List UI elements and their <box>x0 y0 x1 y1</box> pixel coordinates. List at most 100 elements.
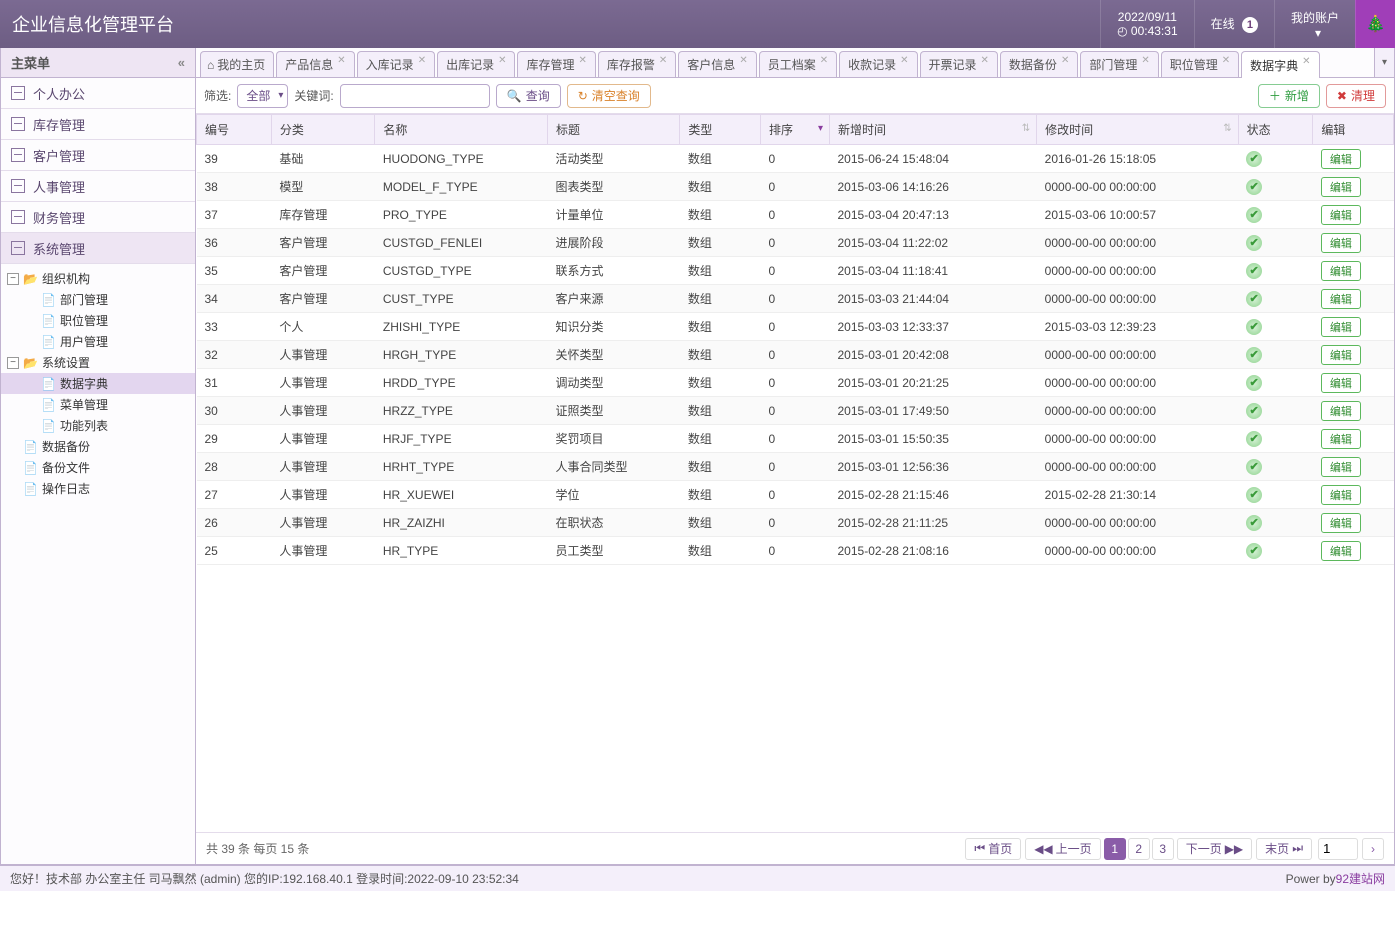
add-button[interactable]: ＋ 新增 <box>1258 84 1320 108</box>
table-row[interactable]: 30人事管理HRZZ_TYPE证照类型数组02015-03-01 17:49:5… <box>197 397 1394 425</box>
edit-button[interactable]: 编辑 <box>1321 177 1361 197</box>
grid-col-header[interactable]: 状态 <box>1238 115 1313 145</box>
tab[interactable]: 数据字典✕ <box>1241 51 1319 78</box>
table-row[interactable]: 38模型MODEL_F_TYPE图表类型数组02015-03-06 14:16:… <box>197 173 1394 201</box>
grid-col-header[interactable]: 排序▾ <box>760 115 829 145</box>
table-row[interactable]: 35客户管理CUSTGD_TYPE联系方式数组02015-03-04 11:18… <box>197 257 1394 285</box>
pager-last[interactable]: 末页⏭ <box>1256 838 1312 860</box>
tab[interactable]: 库存管理✕ <box>517 51 595 77</box>
table-row[interactable]: 39基础HUODONG_TYPE活动类型数组02015-06-24 15:48:… <box>197 145 1394 173</box>
tab[interactable]: 职位管理✕ <box>1161 51 1239 77</box>
tab-close-icon[interactable]: ✕ <box>981 55 989 66</box>
table-row[interactable]: 36客户管理CUSTGD_FENLEI进展阶段数组02015-03-04 11:… <box>197 229 1394 257</box>
tree-item[interactable]: 📄功能列表 <box>1 415 195 436</box>
tree-item[interactable]: 📄用户管理 <box>1 331 195 352</box>
pager-next[interactable]: 下一页▶▶ <box>1177 838 1252 860</box>
pager-first[interactable]: ⏮首页 <box>965 838 1021 860</box>
edit-button[interactable]: 编辑 <box>1321 317 1361 337</box>
grid-col-header[interactable]: 编辑 <box>1313 115 1394 145</box>
edit-button[interactable]: 编辑 <box>1321 149 1361 169</box>
edit-button[interactable]: 编辑 <box>1321 485 1361 505</box>
header-online[interactable]: 在线 1 <box>1194 0 1274 48</box>
pager-page[interactable]: 2 <box>1128 838 1150 860</box>
edit-button[interactable]: 编辑 <box>1321 429 1361 449</box>
tab-close-icon[interactable]: ✕ <box>498 55 506 66</box>
footer-link[interactable]: 92建站网 <box>1336 870 1385 887</box>
keyword-input[interactable] <box>340 84 490 108</box>
filter-select[interactable]: 全部 ▾ <box>237 84 288 108</box>
tab[interactable]: 产品信息✕ <box>276 51 354 77</box>
grid-col-header[interactable]: 编号 <box>197 115 272 145</box>
tab[interactable]: 收款记录✕ <box>839 51 917 77</box>
grid-wrap[interactable]: 编号分类名称标题类型排序▾新增时间⇅修改时间⇅状态编辑 39基础HUODONG_… <box>196 114 1394 832</box>
search-button[interactable]: 🔍 查询 <box>496 84 561 108</box>
tree-item[interactable]: 📄部门管理 <box>1 289 195 310</box>
pager-page[interactable]: 3 <box>1152 838 1174 860</box>
sidebar-nav-item[interactable]: 人事管理 <box>1 171 195 202</box>
tree-toggle-icon[interactable]: − <box>7 273 19 285</box>
edit-button[interactable]: 编辑 <box>1321 205 1361 225</box>
tree-item[interactable]: 📄数据字典 <box>1 373 195 394</box>
edit-button[interactable]: 编辑 <box>1321 513 1361 533</box>
tab-close-icon[interactable]: ✕ <box>900 55 908 66</box>
table-row[interactable]: 33个人ZHISHI_TYPE知识分类数组02015-03-03 12:33:3… <box>197 313 1394 341</box>
pager-page[interactable]: 1 <box>1104 838 1126 860</box>
pager-goto-input[interactable] <box>1318 838 1358 860</box>
sidebar-nav-item[interactable]: 库存管理 <box>1 109 195 140</box>
tab[interactable]: 入库记录✕ <box>357 51 435 77</box>
tab-close-icon[interactable]: ✕ <box>820 55 828 66</box>
sidebar-nav-item[interactable]: 客户管理 <box>1 140 195 171</box>
account-menu[interactable]: 我的账户 ▾ <box>1274 0 1355 48</box>
sidebar-nav-item[interactable]: 个人办公 <box>1 78 195 109</box>
tab[interactable]: 开票记录✕ <box>920 51 998 77</box>
tree-item[interactable]: 📄操作日志 <box>1 478 195 499</box>
edit-button[interactable]: 编辑 <box>1321 233 1361 253</box>
table-row[interactable]: 26人事管理HR_ZAIZHI在职状态数组02015-02-28 21:11:2… <box>197 509 1394 537</box>
table-row[interactable]: 25人事管理HR_TYPE员工类型数组02015-02-28 21:08:160… <box>197 537 1394 565</box>
edit-button[interactable]: 编辑 <box>1321 373 1361 393</box>
grid-col-header[interactable]: 标题 <box>548 115 680 145</box>
tree-item[interactable]: 📄职位管理 <box>1 310 195 331</box>
tab-close-icon[interactable]: ✕ <box>1222 55 1230 66</box>
header-tree-button[interactable]: 🎄 <box>1355 0 1395 48</box>
grid-col-header[interactable]: 分类 <box>271 115 375 145</box>
edit-button[interactable]: 编辑 <box>1321 345 1361 365</box>
tab-close-icon[interactable]: ✕ <box>418 55 426 66</box>
edit-button[interactable]: 编辑 <box>1321 261 1361 281</box>
tree-item[interactable]: 📄数据备份 <box>1 436 195 457</box>
tab[interactable]: 员工档案✕ <box>759 51 837 77</box>
tab-close-icon[interactable]: ✕ <box>1061 55 1069 66</box>
edit-button[interactable]: 编辑 <box>1321 401 1361 421</box>
table-row[interactable]: 31人事管理HRDD_TYPE调动类型数组02015-03-01 20:21:2… <box>197 369 1394 397</box>
tabs-overflow-button[interactable]: ▾ <box>1374 48 1394 77</box>
tab-close-icon[interactable]: ✕ <box>739 55 747 66</box>
tab[interactable]: 客户信息✕ <box>678 51 756 77</box>
grid-col-header[interactable]: 修改时间⇅ <box>1037 115 1238 145</box>
tab-close-icon[interactable]: ✕ <box>1302 56 1310 67</box>
tab[interactable]: 数据备份✕ <box>1000 51 1078 77</box>
pager-go-button[interactable]: › <box>1362 838 1384 860</box>
edit-button[interactable]: 编辑 <box>1321 541 1361 561</box>
clear-search-button[interactable]: ↻ 清空查询 <box>567 84 651 108</box>
tab-close-icon[interactable]: ✕ <box>1141 55 1149 66</box>
tree-item[interactable]: 📄备份文件 <box>1 457 195 478</box>
tab[interactable]: 库存报警✕ <box>598 51 676 77</box>
tab[interactable]: ⌂我的主页 <box>200 51 274 77</box>
grid-col-header[interactable]: 新增时间⇅ <box>830 115 1037 145</box>
table-row[interactable]: 27人事管理HR_XUEWEI学位数组02015-02-28 21:15:462… <box>197 481 1394 509</box>
pager-prev[interactable]: ◀◀上一页 <box>1025 838 1100 860</box>
table-row[interactable]: 29人事管理HRJF_TYPE奖罚项目数组02015-03-01 15:50:3… <box>197 425 1394 453</box>
clean-button[interactable]: ✖ 清理 <box>1326 84 1386 108</box>
edit-button[interactable]: 编辑 <box>1321 457 1361 477</box>
grid-col-header[interactable]: 名称 <box>375 115 548 145</box>
tab-close-icon[interactable]: ✕ <box>659 55 667 66</box>
table-row[interactable]: 34客户管理CUST_TYPE客户来源数组02015-03-03 21:44:0… <box>197 285 1394 313</box>
tree-folder-org[interactable]: −📂组织机构 <box>1 268 195 289</box>
table-row[interactable]: 28人事管理HRHT_TYPE人事合同类型数组02015-03-01 12:56… <box>197 453 1394 481</box>
sidebar-nav-item[interactable]: 系统管理 <box>1 233 195 264</box>
table-row[interactable]: 32人事管理HRGH_TYPE关怀类型数组02015-03-01 20:42:0… <box>197 341 1394 369</box>
tab[interactable]: 出库记录✕ <box>437 51 515 77</box>
collapse-icon[interactable]: « <box>178 55 185 70</box>
tab-close-icon[interactable]: ✕ <box>337 55 345 66</box>
tab-close-icon[interactable]: ✕ <box>579 55 587 66</box>
